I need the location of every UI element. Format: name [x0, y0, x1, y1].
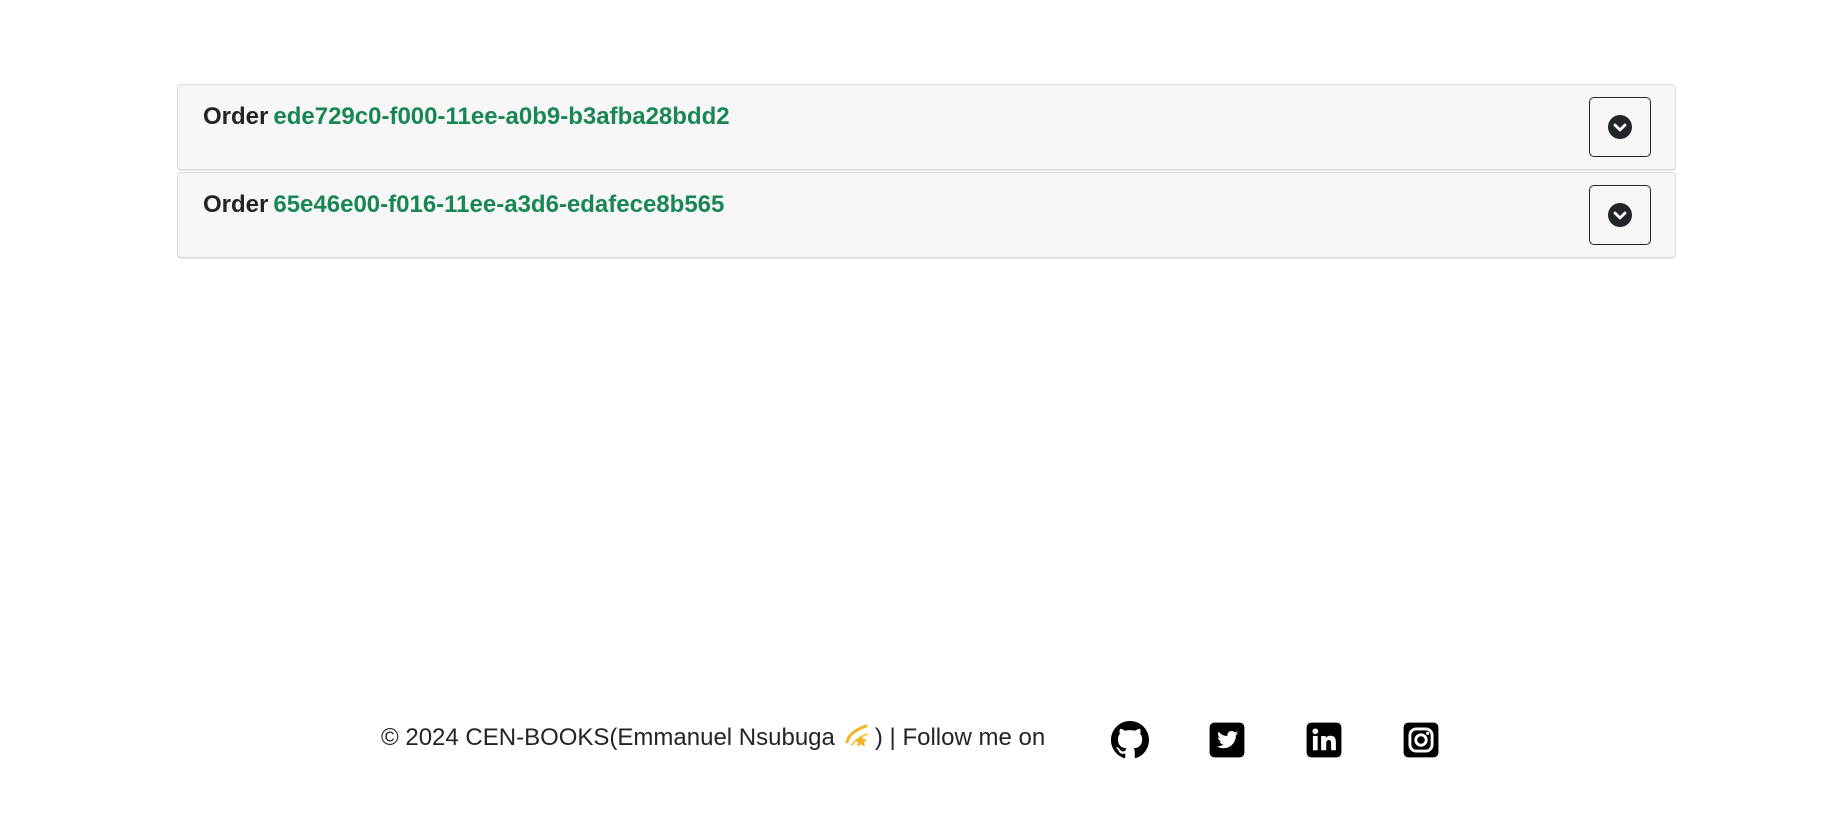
- order-card: Order ede729c0-f000-11ee-a0b9-b3afba28bdd…: [177, 84, 1676, 170]
- expand-order-button[interactable]: [1589, 97, 1651, 157]
- orders-list: Order ede729c0-f000-11ee-a0b9-b3afba28bdd…: [177, 84, 1676, 260]
- order-label: Order: [203, 103, 269, 130]
- copyright-suffix: ) | Follow me on: [874, 723, 1046, 751]
- twitter-icon: [1209, 722, 1245, 758]
- copyright-text: © 2024 CEN-BOOKS(Emmanuel Nsubuga ) | Fo…: [381, 722, 1045, 755]
- github-link[interactable]: [1111, 721, 1149, 759]
- chevron-down-circle-icon: [1608, 203, 1632, 227]
- footer: © 2024 CEN-BOOKS(Emmanuel Nsubuga ) | Fo…: [0, 718, 1838, 762]
- chevron-down-circle-icon: [1608, 115, 1632, 139]
- instagram-link[interactable]: [1402, 721, 1440, 759]
- copyright-prefix: © 2024 CEN-BOOKS(Emmanuel Nsubuga: [381, 723, 835, 751]
- order-id: ede729c0-f000-11ee-a0b9-b3afba28bdd2: [273, 103, 730, 130]
- instagram-icon: [1403, 722, 1439, 758]
- order-label: Order: [203, 191, 269, 218]
- order-card: Order 65e46e00-f016-11ee-a3d6-edafece8b56…: [177, 172, 1676, 258]
- order-title: Order 65e46e00-f016-11ee-a3d6-edafece8b56…: [203, 191, 724, 219]
- linkedin-link[interactable]: [1305, 721, 1343, 759]
- linkedin-icon: [1306, 722, 1342, 758]
- order-id: 65e46e00-f016-11ee-a3d6-edafece8b565: [273, 191, 725, 218]
- github-icon: [1111, 721, 1149, 759]
- order-title: Order ede729c0-f000-11ee-a0b9-b3afba28bdd…: [203, 103, 730, 131]
- dizzy-star-emoji: [843, 722, 869, 755]
- twitter-link[interactable]: [1208, 721, 1246, 759]
- expand-order-button[interactable]: [1589, 185, 1651, 245]
- page: Order ede729c0-f000-11ee-a0b9-b3afba28bdd…: [0, 0, 1838, 817]
